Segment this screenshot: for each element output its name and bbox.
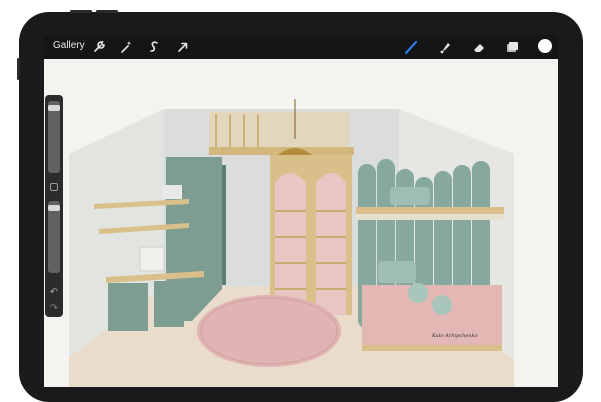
device-button-top-2 (96, 10, 118, 13)
opacity-thumb[interactable] (48, 205, 60, 211)
opacity-slider[interactable] (48, 201, 60, 273)
transform-arrow-icon[interactable] (174, 38, 192, 56)
eraser-icon[interactable] (470, 38, 488, 56)
undo-icon[interactable]: ↶ (48, 287, 60, 299)
smudge-icon[interactable] (436, 38, 454, 56)
brush-size-thumb[interactable] (48, 105, 60, 111)
left-sidebar: ↶ ↷ (45, 95, 63, 317)
selection-s-icon[interactable] (145, 38, 163, 56)
brush-icon[interactable] (402, 38, 420, 56)
redo-icon[interactable]: ↷ (48, 303, 60, 315)
wrench-icon[interactable] (90, 38, 108, 56)
artist-signature: Kate Arhipchenko (432, 333, 478, 339)
layers-icon[interactable] (503, 38, 521, 56)
artwork-illustration (44, 59, 558, 387)
gallery-button[interactable]: Gallery (53, 40, 85, 51)
app-screen: Gallery ↶ ↷ Kate Arhipchenko (44, 35, 558, 387)
color-picker-button[interactable] (538, 39, 552, 53)
drawing-canvas[interactable] (44, 59, 558, 387)
magic-wand-icon[interactable] (117, 38, 135, 56)
device-button-top (70, 10, 92, 13)
device-button-left (17, 58, 20, 80)
brush-size-slider[interactable] (48, 101, 60, 173)
eyedropper-button[interactable] (50, 183, 58, 191)
top-toolbar: Gallery (44, 35, 558, 59)
